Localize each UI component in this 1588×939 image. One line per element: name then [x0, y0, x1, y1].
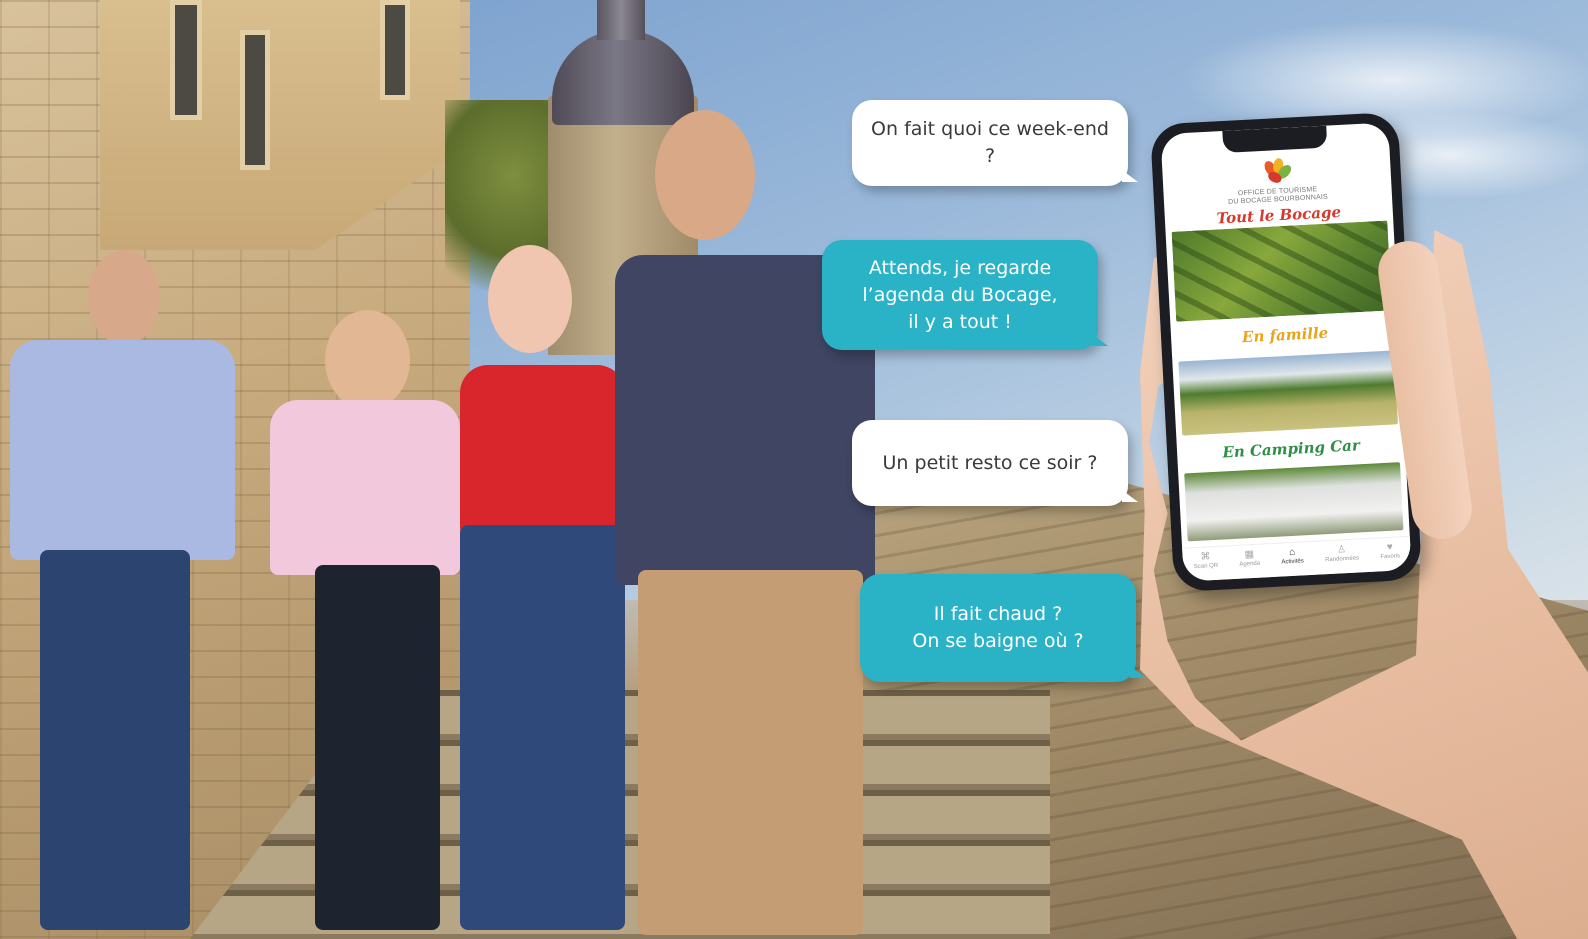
bubble-text-line: Un petit resto ce soir ?: [882, 451, 1098, 474]
tab-label: Scan QR: [1193, 562, 1219, 571]
bubble-text-line: Attends, je regarde: [868, 256, 1052, 279]
bubble-text-line: l’agenda du Bocage,: [862, 283, 1058, 306]
calendar-icon: ▦: [1244, 548, 1255, 561]
scan-icon: ⌘: [1200, 551, 1211, 563]
bubble-text-line: On fait quoi ce week-end ?: [871, 118, 1109, 167]
hero-photo: On fait quoi ce week-end ? Attends, je r…: [0, 0, 1588, 939]
tab-label: Agenda: [1239, 560, 1261, 568]
tab-activites[interactable]: ⌂ Activités: [1281, 546, 1304, 566]
window: [380, 0, 410, 100]
speech-bubble: On fait quoi ce week-end ?: [852, 100, 1138, 186]
tower-spire: [597, 0, 645, 40]
phone-notch: [1222, 125, 1328, 153]
bubble-text-line: Il fait chaud ?: [933, 603, 1063, 625]
tab-favoris[interactable]: ♥ Favoris: [1380, 541, 1401, 561]
bubble-text-line: On se baigne où ?: [912, 630, 1084, 652]
app-tab-bar: ⌘ Scan QR ▦ Agenda ⌂ Activités ♙ Randonn…: [1182, 535, 1412, 582]
section-tile-en-camping-car[interactable]: [1184, 462, 1404, 542]
phone-screen: OFFICE DE TOURISME DU BOCAGE BOURBONNAIS…: [1160, 122, 1412, 582]
section-tile-tout-le-bocage[interactable]: [1171, 220, 1392, 322]
window: [240, 30, 270, 170]
speech-bubble: Un petit resto ce soir ?: [852, 420, 1138, 506]
section-title: En famille: [1241, 323, 1329, 347]
section-title: En Camping Car: [1221, 436, 1361, 462]
hiker-icon: ♙: [1336, 544, 1347, 556]
speech-bubble: Il fait chaud ? On se baigne où ?: [860, 574, 1146, 682]
section-tile-en-famille[interactable]: [1178, 350, 1398, 436]
tab-randonnees[interactable]: ♙ Randonnées: [1324, 543, 1359, 563]
speech-bubble: Attends, je regarde l’agenda du Bocage, …: [822, 240, 1108, 350]
tab-label: Activités: [1281, 558, 1304, 566]
heart-icon: ♥: [1386, 541, 1394, 553]
bubble-text-line: il y a tout !: [908, 310, 1012, 333]
tab-scan-qr[interactable]: ⌘ Scan QR: [1193, 551, 1219, 571]
tourism-logo-icon: [1264, 158, 1292, 183]
tab-agenda[interactable]: ▦ Agenda: [1239, 548, 1261, 568]
tab-label: Favoris: [1380, 553, 1401, 561]
smartphone: OFFICE DE TOURISME DU BOCAGE BOURBONNAIS…: [1149, 111, 1423, 593]
tab-label: Randonnées: [1324, 555, 1360, 564]
home-icon: ⌂: [1288, 546, 1296, 559]
window: [170, 0, 202, 120]
